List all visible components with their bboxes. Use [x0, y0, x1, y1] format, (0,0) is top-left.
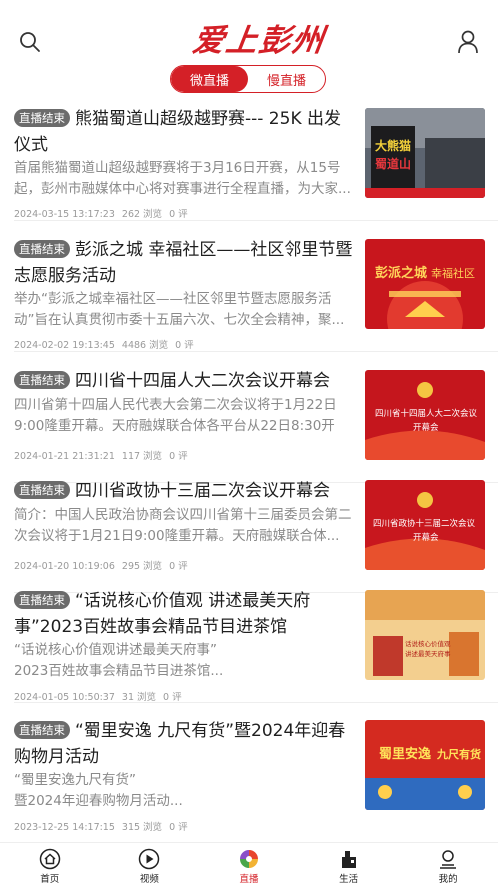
tabbar-label: 直播 [239, 874, 259, 885]
tabbar-label: 首页 [40, 874, 60, 885]
item-desc: “话说核心价值观讲述最美天府事” 2023百姓故事会精品节目进茶馆... [14, 642, 224, 679]
app-logo: 爱上彭州 [190, 23, 328, 59]
home-icon [39, 848, 61, 870]
tabbar-label: 我的 [438, 874, 458, 885]
svg-text:蜀道山: 蜀道山 [375, 156, 411, 171]
tab-micro-live[interactable]: 微直播 [171, 66, 248, 92]
item-meta: 2023-12-25 14:17:15 315 浏览 0 评 [14, 819, 195, 833]
item-comments: 0 评 [169, 451, 188, 462]
item-desc: “蜀里安逸九尺有货” 暨2024年迎春购物月活动... [14, 772, 183, 809]
item-meta: 2024-03-15 13:17:23 262 浏览 0 评 [14, 206, 195, 220]
user-icon [458, 30, 478, 54]
tabbar-life[interactable]: 生活 [299, 843, 399, 887]
thumbnail-image: 四川省政协十三届二次会议 开幕会 [365, 480, 485, 570]
item-views: 4486 浏览 [121, 340, 169, 351]
thumbnail-image: 大熊猫 蜀道山 [365, 108, 485, 198]
svg-text:话说核心价值观: 话说核心价值观 [405, 639, 451, 648]
search-button[interactable] [16, 28, 44, 56]
svg-text:九尺有货: 九尺有货 [436, 747, 481, 761]
thumbnail-image: 蜀里安逸 九尺有货 [365, 720, 485, 810]
bottom-tabbar: 首页 视频 直播 生活 我的 [0, 842, 498, 887]
item-thumbnail[interactable]: 四川省十四届人大二次会议 开幕会 [365, 370, 485, 460]
divider [14, 220, 498, 221]
divider [14, 702, 498, 703]
tabbar-live[interactable]: 直播 [199, 843, 299, 887]
live-type-tabs: 微直播 慢直播 [170, 65, 326, 93]
list-item[interactable]: 直播结束 彭派之城 幸福社区——社区邻里节暨志愿服务活动 举办“彭派之城幸福社区—… [0, 231, 498, 352]
item-title-text: 四川省十四届人大二次会议开幕会 [75, 371, 330, 391]
thumbnail-image: 彭派之城 幸福社区 [365, 239, 485, 329]
status-badge: 直播结束 [14, 240, 70, 258]
item-thumbnail[interactable]: 彭派之城 幸福社区 [365, 239, 485, 329]
tabbar-label: 生活 [339, 874, 359, 885]
item-comments: 0 评 [169, 209, 188, 220]
svg-text:讲述最美天府事: 讲述最美天府事 [405, 649, 451, 658]
item-date: 2024-01-21 21:31:21 [14, 451, 115, 462]
thumbnail-image: 话说核心价值观 讲述最美天府事 [365, 590, 485, 680]
item-meta: 2024-01-05 10:50:37 31 浏览 0 评 [14, 689, 189, 703]
profile-icon [440, 850, 457, 869]
search-icon [20, 32, 40, 52]
list-item[interactable]: 直播结束 “蜀里安逸 九尺有货”暨2024年迎春购物月活动 “蜀里安逸九尺有货” … [0, 712, 498, 833]
svg-text:四川省十四届人大二次会议: 四川省十四届人大二次会议 [375, 408, 478, 419]
profile-button[interactable] [454, 28, 482, 56]
tab-slow-live[interactable]: 慢直播 [248, 66, 325, 92]
status-badge: 直播结束 [14, 591, 70, 609]
divider [14, 351, 498, 352]
tabbar-mine[interactable]: 我的 [398, 843, 498, 887]
item-thumbnail[interactable]: 蜀里安逸 九尺有货 [365, 720, 485, 810]
item-date: 2024-01-20 10:19:06 [14, 561, 115, 572]
tabbar-home[interactable]: 首页 [0, 843, 100, 887]
svg-text:蜀里安逸: 蜀里安逸 [379, 746, 431, 762]
svg-text:开幕会: 开幕会 [413, 422, 439, 433]
item-meta: 2024-01-20 10:19:06 295 浏览 0 评 [14, 558, 195, 572]
svg-text:彭派之城: 彭派之城 [375, 265, 427, 281]
live-swirl-icon [239, 850, 258, 868]
thumbnail-image: 四川省十四届人大二次会议 开幕会 [365, 370, 485, 460]
item-comments: 0 评 [169, 822, 188, 833]
tabbar-label: 视频 [139, 874, 159, 885]
item-views: 262 浏览 [121, 209, 163, 220]
item-comments: 0 评 [169, 561, 188, 572]
item-title[interactable]: 直播结束 四川省政协十三届二次会议开幕会 [14, 478, 354, 504]
svg-text:开幕会: 开幕会 [413, 532, 439, 543]
list-item[interactable]: 直播结束 四川省十四届人大二次会议开幕会 四川省第十四届人民代表大会第二次会议将于… [0, 362, 498, 483]
life-icon [341, 851, 356, 868]
list-item[interactable]: 直播结束 四川省政协十三届二次会议开幕会 简介：中国人民政治协商会议四川省第十三届… [0, 472, 498, 593]
item-views: 295 浏览 [121, 561, 163, 572]
item-desc: 首届熊猫蜀道山超级越野赛将于3月16日开赛，从15号起，彭州市融媒体中心将对赛事… [14, 160, 351, 197]
top-header: 爱上彭州 微直播 慢直播 [0, 0, 498, 100]
item-thumbnail[interactable]: 话说核心价值观 讲述最美天府事 [365, 590, 485, 680]
status-badge: 直播结束 [14, 481, 70, 499]
item-title[interactable]: 直播结束 彭派之城 幸福社区——社区邻里节暨志愿服务活动 [14, 237, 354, 289]
item-date: 2024-03-15 13:17:23 [14, 209, 115, 220]
svg-text:四川省政协十三届二次会议: 四川省政协十三届二次会议 [373, 518, 476, 529]
list-item[interactable]: 直播结束 熊猫蜀道山超级越野赛--- 25K 出发仪式 首届熊猫蜀道山超级越野赛将… [0, 100, 498, 221]
item-meta: 2024-02-02 19:13:45 4486 浏览 0 评 [14, 337, 201, 351]
status-badge: 直播结束 [14, 371, 70, 389]
tabbar-video[interactable]: 视频 [100, 843, 200, 887]
list-item[interactable]: 直播结束 “话说核心价值观 讲述最美天府事”2023百姓故事会精品节目进茶馆 “话… [0, 582, 498, 703]
item-comments: 0 评 [175, 340, 194, 351]
status-badge: 直播结束 [14, 721, 70, 739]
svg-text:大熊猫: 大熊猫 [375, 138, 411, 153]
status-badge: 直播结束 [14, 109, 70, 127]
item-desc: 举办“彭派之城幸福社区——社区邻里节暨志愿服务活动”旨在认真贯彻市委十五届六次、… [14, 291, 345, 328]
item-title[interactable]: 直播结束 熊猫蜀道山超级越野赛--- 25K 出发仪式 [14, 106, 354, 158]
item-desc: 简介：中国人民政治协商会议四川省第十三届委员会第二次会议将于1月21日9:00隆… [14, 507, 352, 544]
item-date: 2024-02-02 19:13:45 [14, 340, 115, 351]
item-date: 2023-12-25 14:17:15 [14, 822, 115, 833]
item-thumbnail[interactable]: 大熊猫 蜀道山 [365, 108, 485, 198]
item-title[interactable]: 直播结束 “蜀里安逸 九尺有货”暨2024年迎春购物月活动 [14, 718, 354, 770]
item-title-text: 四川省政协十三届二次会议开幕会 [75, 481, 330, 501]
item-meta: 2024-01-21 21:31:21 117 浏览 0 评 [14, 448, 195, 462]
item-title[interactable]: 直播结束 四川省十四届人大二次会议开幕会 [14, 368, 354, 394]
item-views: 315 浏览 [121, 822, 163, 833]
item-thumbnail[interactable]: 四川省政协十三届二次会议 开幕会 [365, 480, 485, 570]
item-desc: 四川省第十四届人民代表大会第二次会议将于1月22日9:00隆重开幕。天府融媒联合… [14, 397, 337, 434]
play-icon [139, 848, 160, 870]
item-views: 117 浏览 [121, 451, 163, 462]
svg-text:幸福社区: 幸福社区 [431, 266, 475, 280]
item-title[interactable]: 直播结束 “话说核心价值观 讲述最美天府事”2023百姓故事会精品节目进茶馆 [14, 588, 354, 640]
